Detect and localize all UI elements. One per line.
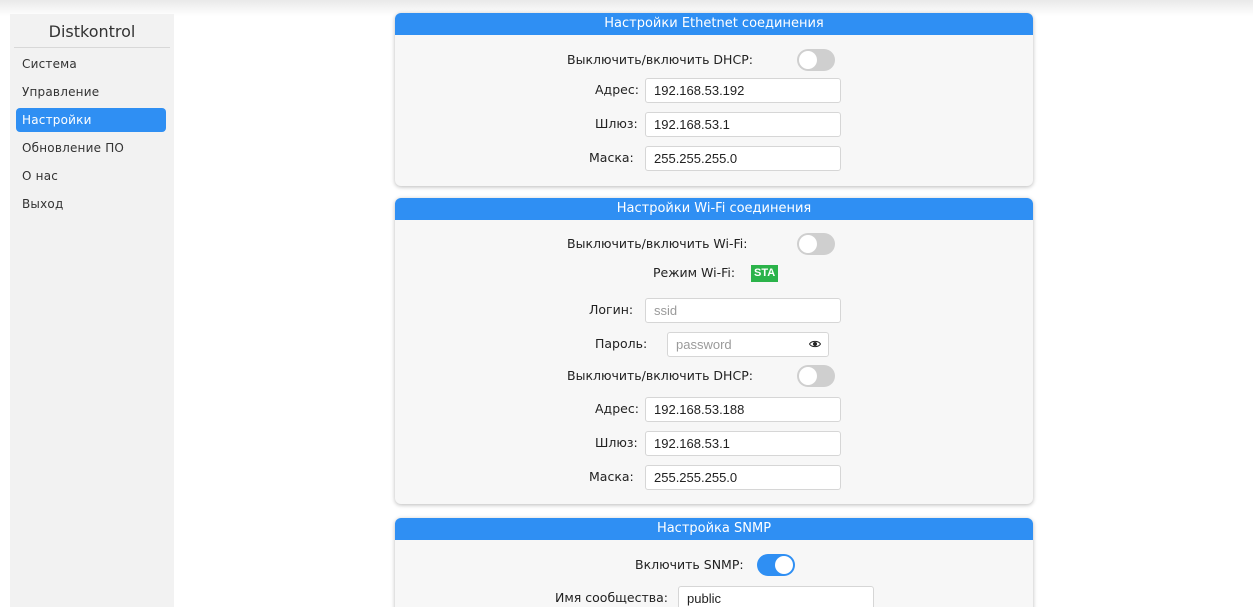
wifi-gateway-field[interactable] [645, 431, 841, 456]
wifi-card-title: Настройки Wi-Fi соединения [395, 198, 1033, 220]
wifi-dhcp-toggle[interactable] [797, 365, 835, 387]
snmp-settings-card: Настройка SNMP Включить SNMP: Имя сообще… [395, 518, 1033, 607]
wifi-toggle-label: Выключить/включить Wi-Fi: [567, 236, 748, 251]
wifi-gateway-label: Шлюз: [595, 435, 638, 450]
snmp-card-title: Настройка SNMP [395, 518, 1033, 540]
ethernet-mask-label: Маска: [589, 150, 634, 165]
ethernet-address-row: Адрес: [395, 78, 1033, 103]
snmp-community-field[interactable] [678, 586, 874, 607]
wifi-login-field[interactable] [645, 298, 841, 323]
wifi-address-row: Адрес: [395, 397, 1033, 422]
snmp-community-row: Имя сообщества: [395, 586, 1033, 607]
wifi-password-field[interactable] [667, 332, 829, 357]
eye-icon[interactable] [809, 338, 821, 350]
settings-page: Distkontrol Система Управление Настройки… [0, 0, 1253, 607]
wifi-settings-card: Настройки Wi-Fi соединения Выключить/вкл… [395, 198, 1033, 504]
wifi-enable-toggle[interactable] [797, 233, 835, 255]
ethernet-dhcp-toggle[interactable] [797, 49, 835, 71]
ethernet-mask-row: Маска: [395, 146, 1033, 171]
ethernet-mask-field[interactable] [645, 146, 841, 171]
ethernet-dhcp-row: Выключить/включить DHCP: [395, 48, 1033, 72]
wifi-mask-row: Маска: [395, 465, 1033, 490]
ethernet-gateway-row: Шлюз: [395, 112, 1033, 137]
wifi-mode-badge: STA [751, 265, 779, 282]
sidebar-item-settings[interactable]: Настройки [16, 108, 166, 132]
wifi-password-label: Пароль: [595, 336, 648, 351]
wifi-login-row: Логин: [395, 298, 1033, 323]
wifi-mask-label: Маска: [589, 469, 634, 484]
wifi-toggle-row: Выключить/включить Wi-Fi: [395, 232, 1033, 256]
sidebar-item-firmware-update[interactable]: Обновление ПО [16, 136, 166, 160]
sidebar-item-system[interactable]: Система [16, 52, 166, 76]
wifi-mask-field[interactable] [645, 465, 841, 490]
wifi-mode-row: Режим Wi-Fi: STA [395, 261, 1033, 285]
wifi-dhcp-label: Выключить/включить DHCP: [567, 368, 753, 383]
ethernet-address-field[interactable] [645, 78, 841, 103]
ethernet-address-label: Адрес: [595, 82, 639, 97]
ethernet-settings-card: Настройки Ethetnet соединения Выключить/… [395, 13, 1033, 186]
snmp-enable-label: Включить SNMP: [635, 557, 744, 572]
sidebar-item-logout[interactable]: Выход [16, 192, 166, 216]
sidebar: Distkontrol Система Управление Настройки… [10, 14, 174, 607]
wifi-address-field[interactable] [645, 397, 841, 422]
sidebar-item-about[interactable]: О нас [16, 164, 166, 188]
brand-title: Distkontrol [14, 14, 170, 48]
wifi-mode-label: Режим Wi-Fi: [653, 265, 736, 280]
snmp-community-label: Имя сообщества: [555, 590, 669, 605]
toggle-knob [799, 51, 817, 69]
sidebar-item-control[interactable]: Управление [16, 80, 166, 104]
wifi-gateway-row: Шлюз: [395, 431, 1033, 456]
ethernet-gateway-label: Шлюз: [595, 116, 638, 131]
ethernet-card-title: Настройки Ethetnet соединения [395, 13, 1033, 35]
wifi-login-label: Логин: [589, 302, 634, 317]
snmp-enable-row: Включить SNMP: [395, 553, 1033, 577]
wifi-address-label: Адрес: [595, 401, 639, 416]
snmp-enable-toggle[interactable] [757, 554, 795, 576]
ethernet-gateway-field[interactable] [645, 112, 841, 137]
toggle-knob [799, 235, 817, 253]
wifi-password-row: Пароль: [395, 332, 1033, 357]
toggle-knob [799, 367, 817, 385]
toggle-knob [775, 556, 793, 574]
wifi-dhcp-row: Выключить/включить DHCP: [395, 364, 1033, 388]
wifi-password-wrapper [667, 332, 829, 357]
ethernet-dhcp-label: Выключить/включить DHCP: [567, 52, 753, 67]
